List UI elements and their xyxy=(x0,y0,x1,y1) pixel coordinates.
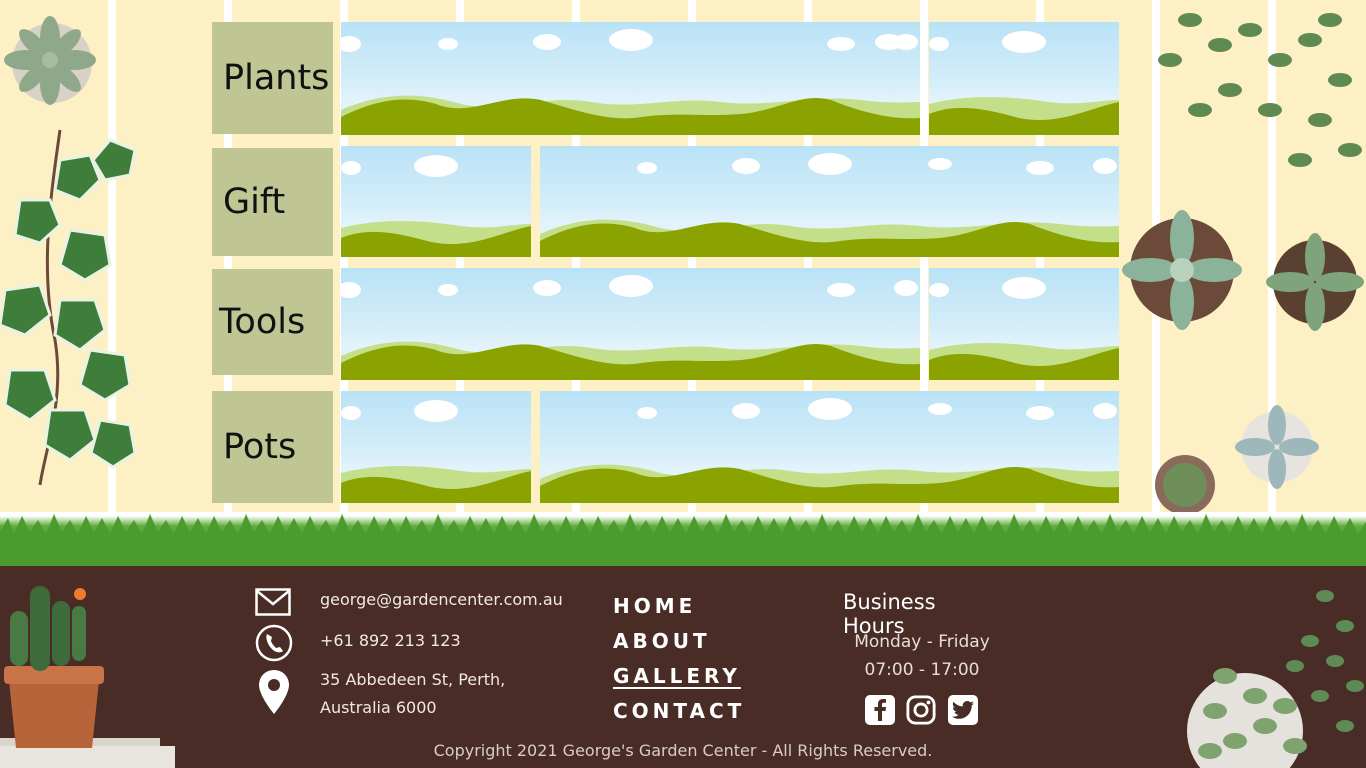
category-label: Tools xyxy=(219,302,306,342)
grass-divider xyxy=(0,512,1366,568)
ivy-decoration xyxy=(0,129,137,486)
gallery-image[interactable] xyxy=(540,391,1119,503)
category-label: Plants xyxy=(223,58,330,98)
nav-home[interactable]: HOME xyxy=(613,594,696,618)
gallery-image[interactable] xyxy=(929,22,1119,135)
gallery-image[interactable] xyxy=(341,391,531,503)
leafy-branch-decoration xyxy=(1158,13,1362,167)
gallery-image[interactable] xyxy=(341,268,920,380)
category-tools[interactable]: Tools xyxy=(212,269,333,375)
succulent-pot-decoration xyxy=(1122,210,1242,330)
category-gift[interactable]: Gift xyxy=(212,148,333,256)
facebook-icon[interactable] xyxy=(865,695,895,725)
location-pin-icon xyxy=(259,670,289,714)
nav-gallery[interactable]: GALLERY xyxy=(613,664,741,688)
succulents-decoration xyxy=(1187,590,1364,768)
category-label: Gift xyxy=(223,182,286,222)
site-footer: george@gardencenter.com.au +61 892 213 1… xyxy=(0,566,1366,768)
address-line-1: 35 Abbedeen St, Perth, xyxy=(320,670,506,689)
twitter-icon[interactable] xyxy=(948,695,978,725)
phone-text[interactable]: +61 892 213 123 xyxy=(320,631,461,650)
cactus-pot-decoration xyxy=(1155,455,1215,515)
business-hours-time: 07:00 - 17:00 xyxy=(864,660,980,680)
business-hours-title: Business Hours xyxy=(843,590,936,638)
copyright-text: Copyright 2021 George's Garden Center - … xyxy=(433,741,933,760)
gallery-image[interactable] xyxy=(341,146,531,257)
address-line-2: Australia 6000 xyxy=(320,698,437,717)
category-label: Pots xyxy=(223,427,297,467)
business-hours-days: Monday - Friday xyxy=(854,632,990,652)
category-plants[interactable]: Plants xyxy=(212,22,333,134)
gallery-image[interactable] xyxy=(540,146,1119,257)
succulent-pot-decoration xyxy=(1266,233,1364,331)
address: 35 Abbedeen St, Perth, Australia 6000 xyxy=(320,666,505,722)
succulent-decoration xyxy=(4,16,96,105)
category-pots[interactable]: Pots xyxy=(212,391,333,503)
succulent-pot-decoration xyxy=(1235,405,1319,489)
nav-contact[interactable]: CONTACT xyxy=(613,699,745,723)
gallery-image[interactable] xyxy=(929,268,1119,380)
gallery-image[interactable] xyxy=(341,22,920,135)
email-link[interactable]: george@gardencenter.com.au xyxy=(320,590,563,609)
instagram-icon[interactable] xyxy=(906,695,936,725)
mail-icon xyxy=(255,588,291,616)
nav-about[interactable]: ABOUT xyxy=(613,629,711,653)
phone-icon xyxy=(255,624,293,662)
email-text[interactable]: george@gardencenter.com.au xyxy=(320,590,563,609)
phone-link[interactable]: +61 892 213 123 xyxy=(320,631,461,650)
cactus-decoration xyxy=(0,586,175,768)
